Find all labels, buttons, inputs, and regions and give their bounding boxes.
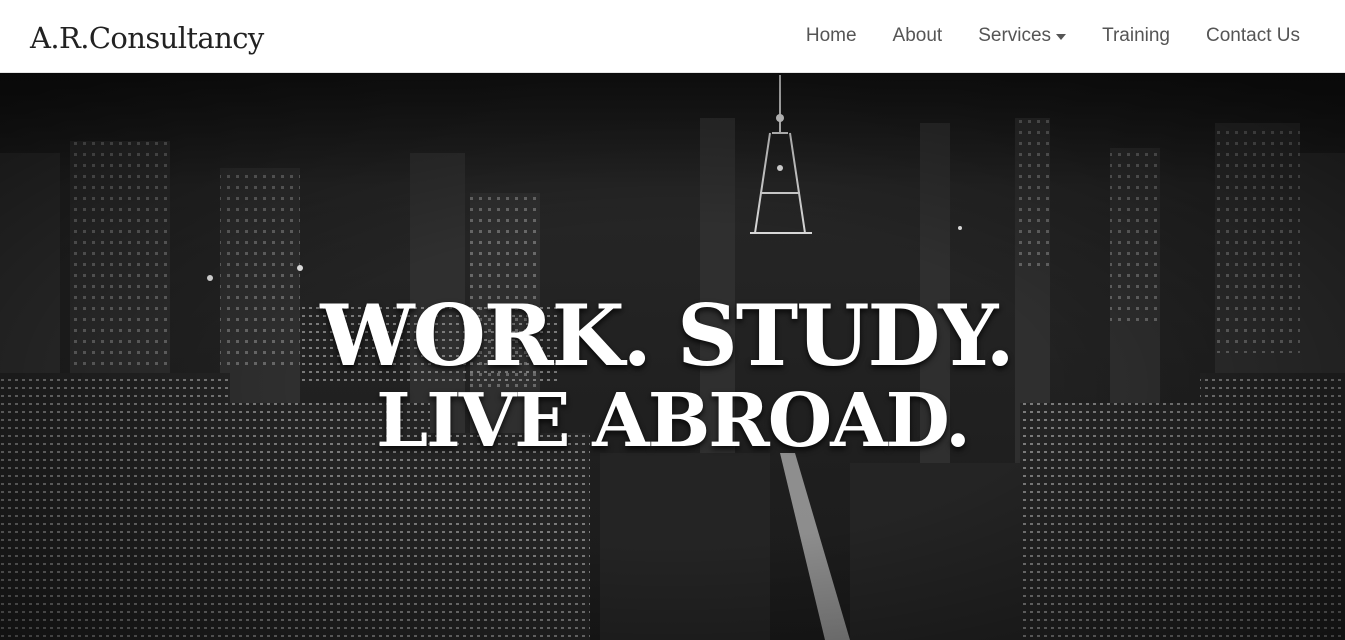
hero-headline: WORK. STUDY. LIVE ABROAD. <box>0 286 1345 465</box>
nav-item-home[interactable]: Home <box>806 25 857 47</box>
hero-headline-line2: LIVE ABROAD. <box>376 378 971 465</box>
nav-item-services[interactable]: Services <box>978 25 1067 47</box>
nav-item-label: About <box>892 25 943 46</box>
caret-down-icon <box>1056 33 1067 40</box>
nav-item-contact-us[interactable]: Contact Us <box>1206 25 1300 47</box>
navbar: A.R.Consultancy Home About Services Trai… <box>0 0 1345 73</box>
nav-item-training[interactable]: Training <box>1102 25 1170 47</box>
hero-banner: WORK. STUDY. LIVE ABROAD. <box>0 73 1345 640</box>
nav-item-about[interactable]: About <box>893 25 943 47</box>
nav-item-label: Training <box>1102 25 1171 46</box>
nav-item-label: Services <box>978 25 1052 46</box>
nav-menu: Home About Services Training Contact Us <box>806 25 1300 47</box>
brand-logo[interactable]: A.R.Consultancy <box>30 21 264 55</box>
nav-item-label: Contact Us <box>1206 25 1300 46</box>
nav-item-label: Home <box>805 25 857 46</box>
hero-headline-line1: WORK. STUDY. <box>320 286 1014 386</box>
